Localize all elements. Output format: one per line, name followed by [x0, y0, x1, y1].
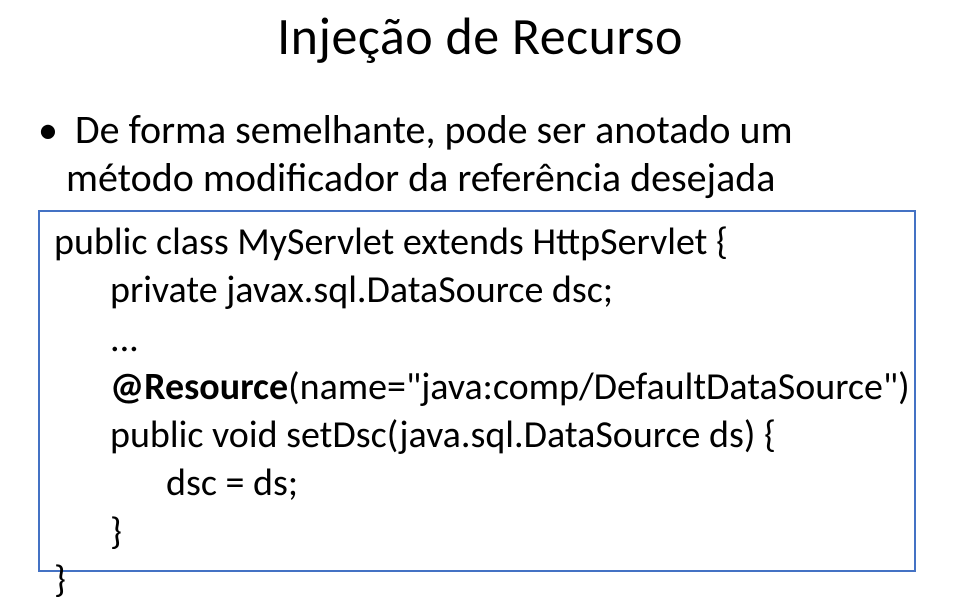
bullet-item: De forma semelhante, pode ser anotado um…: [38, 105, 930, 203]
code-annotation: @Resource: [110, 364, 288, 410]
code-line: public void setDsc(java.sql.DataSource d…: [54, 411, 900, 459]
slide: Injeção de Recurso De forma semelhante, …: [0, 0, 960, 594]
code-line: @Resource(name="java:comp/DefaultDataSou…: [54, 363, 900, 411]
code-line: public class MyServlet extends HttpServl…: [54, 218, 900, 266]
code-line: }: [54, 556, 900, 604]
bullet-text-line1: De forma semelhante, pode ser anotado um: [75, 105, 792, 154]
code-line: dsc = ds;: [54, 459, 900, 507]
code-line: private javax.sql.DataSource dsc;: [54, 266, 900, 314]
code-box: public class MyServlet extends HttpServl…: [38, 210, 916, 572]
code-line: }: [54, 508, 900, 556]
code-annotation-args: (name="java:comp/DefaultDataSource"): [288, 364, 910, 410]
slide-title: Injeção de Recurso: [0, 4, 960, 68]
slide-body: De forma semelhante, pode ser anotado um…: [38, 105, 930, 203]
code-line: ...: [54, 315, 900, 363]
bullet-text-line2: método modificador da referência desejad…: [38, 153, 930, 203]
